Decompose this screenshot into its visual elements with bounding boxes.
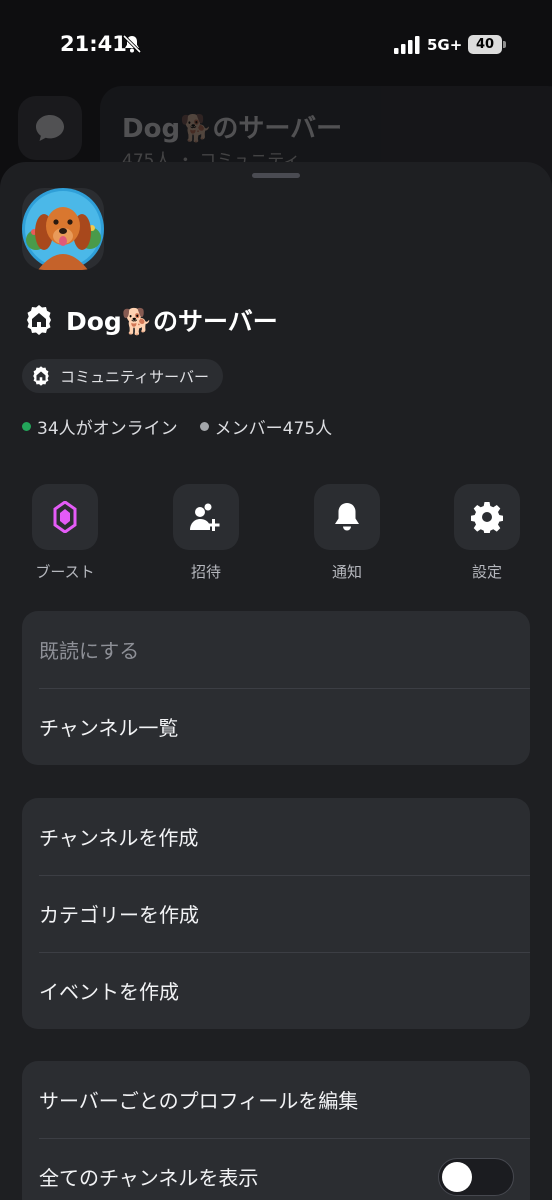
member-dot-icon: [199, 422, 209, 431]
bell-icon: [335, 503, 359, 531]
show-all-channels-label: 全てのチャンネルを表示: [39, 1166, 259, 1190]
settings-button[interactable]: 設定: [442, 484, 532, 582]
status-bar: 21:41 5G+ 40: [0, 0, 552, 90]
toggle-knob: [442, 1162, 472, 1192]
online-dot-icon: [22, 422, 31, 431]
battery-level: 40: [468, 35, 502, 54]
dog-avatar-image: [22, 188, 104, 270]
server-stats: 34人がオンライン メンバー475人: [22, 414, 332, 439]
show-all-channels-item[interactable]: 全てのチャンネルを表示: [22, 1138, 530, 1200]
community-server-icon: [27, 305, 51, 335]
community-server-badge[interactable]: コミュニティサーバー: [22, 359, 223, 393]
community-badge-label: コミュニティサーバー: [60, 367, 209, 386]
channel-list-item[interactable]: チャンネル一覧: [22, 688, 530, 765]
edit-server-profile-item[interactable]: サーバーごとのプロフィールを編集: [22, 1061, 530, 1138]
bell-off-icon: [122, 34, 142, 54]
settings-label: 設定: [471, 563, 502, 581]
action-buttons: ブースト 招待 通知 設定: [0, 484, 552, 584]
signal-icon: [394, 36, 420, 54]
notifications-button[interactable]: 通知: [302, 484, 392, 582]
server-name-row: Dog🐕のサーバー: [22, 300, 278, 340]
status-time: 21:41: [60, 32, 127, 56]
boost-label: ブースト: [35, 563, 95, 581]
online-count: 34人がオンライン: [22, 414, 178, 439]
menu-group-read: 既読にする チャンネル一覧: [22, 611, 530, 765]
show-all-channels-toggle[interactable]: [438, 1158, 514, 1196]
invite-button[interactable]: 招待: [161, 484, 251, 582]
notifications-label: 通知: [331, 563, 362, 581]
network-label: 5G+: [427, 36, 463, 54]
create-category-item[interactable]: カテゴリーを作成: [22, 875, 530, 952]
create-channel-item[interactable]: チャンネルを作成: [22, 798, 530, 875]
server-name: Dog🐕のサーバー: [66, 307, 278, 336]
member-count-label: メンバー475人: [214, 419, 333, 439]
chat-bubble-icon: [36, 115, 64, 141]
add-friend-icon: [190, 503, 220, 531]
member-count: メンバー475人: [199, 414, 333, 439]
server-avatar: [22, 188, 104, 270]
invite-label: 招待: [190, 563, 221, 581]
online-count-label: 34人がオンライン: [37, 419, 178, 439]
server-menu-sheet: Dog🐕のサーバー コミュニティサーバー 34人がオンライン メンバー475人: [0, 162, 552, 1200]
background-server-title: Dog🐕のサーバー: [122, 114, 343, 144]
menu-group-create: チャンネルを作成 カテゴリーを作成 イベントを作成: [22, 798, 530, 1029]
direct-messages-button: [18, 96, 82, 160]
menu-group-profile: サーバーごとのプロフィールを編集 全てのチャンネルを表示: [22, 1061, 530, 1200]
battery-icon: 40: [468, 35, 506, 54]
sheet-drag-handle[interactable]: [252, 173, 300, 178]
gear-icon: [471, 502, 503, 533]
mark-as-read-item[interactable]: 既読にする: [22, 611, 530, 688]
community-badge-icon: [33, 366, 49, 386]
boost-button[interactable]: ブースト: [20, 484, 110, 582]
create-event-item[interactable]: イベントを作成: [22, 952, 530, 1029]
boost-gem-icon: [53, 501, 77, 533]
